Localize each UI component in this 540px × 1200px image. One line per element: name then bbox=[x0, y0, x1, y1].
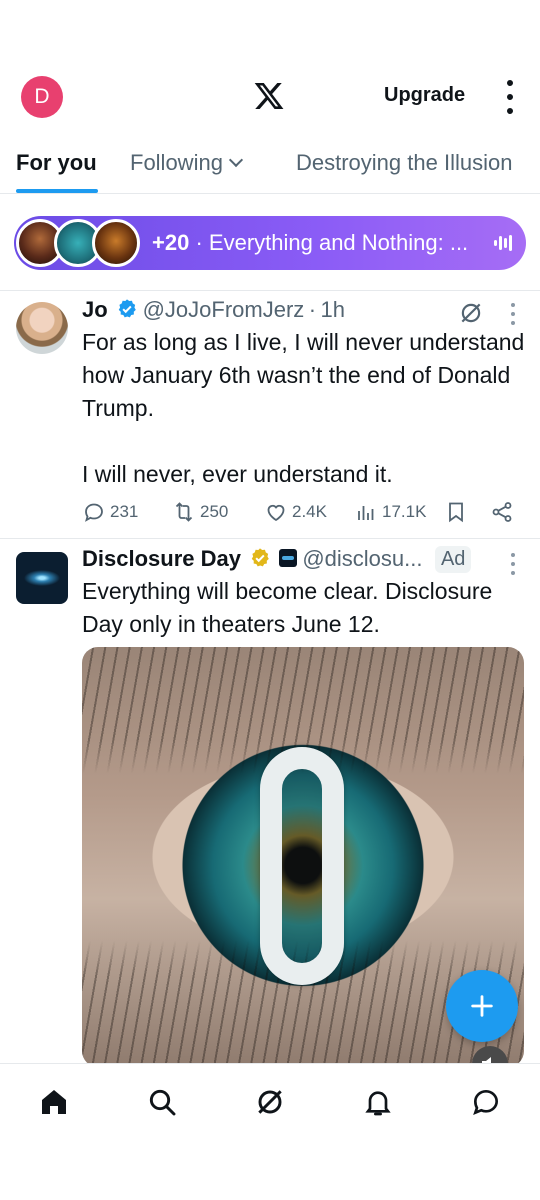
author-avatar[interactable] bbox=[16, 302, 68, 354]
views-icon bbox=[358, 506, 374, 520]
grok-icon[interactable] bbox=[254, 1086, 286, 1118]
author-name[interactable]: Disclosure Day bbox=[82, 546, 241, 571]
bottom-navigation bbox=[0, 1063, 540, 1200]
tweet-text: Everything will become clear. Disclosure… bbox=[82, 578, 493, 637]
active-tab-indicator bbox=[16, 189, 98, 193]
x-logo-icon[interactable] bbox=[253, 80, 285, 112]
listener-count: +20 bbox=[152, 230, 190, 255]
divider bbox=[0, 290, 540, 291]
tweet-text: For as long as I live, I will never unde… bbox=[82, 329, 525, 487]
reply-button[interactable]: 231 bbox=[82, 500, 138, 524]
bell-icon[interactable] bbox=[362, 1086, 394, 1118]
like-count: 2.4K bbox=[292, 502, 327, 521]
space-name: Everything and Nothing: ... bbox=[208, 230, 469, 255]
repost-count: 250 bbox=[200, 502, 229, 521]
plus-icon bbox=[471, 995, 493, 1017]
messages-icon[interactable] bbox=[470, 1086, 502, 1118]
chevron-down-icon bbox=[228, 152, 244, 168]
tab-label: Destroying the Illusion bbox=[296, 150, 513, 175]
space-host-avatars bbox=[14, 216, 140, 270]
top-header: D Upgrade bbox=[0, 0, 540, 130]
audio-wave-icon bbox=[494, 234, 512, 252]
reply-count: 231 bbox=[110, 502, 139, 521]
tab-for-you[interactable]: For you bbox=[16, 150, 97, 176]
home-icon[interactable] bbox=[38, 1086, 70, 1118]
tweet-header: Jo @JoJoFromJerz · 1h bbox=[82, 297, 345, 323]
repost-icon bbox=[175, 502, 193, 522]
share-icon[interactable] bbox=[490, 500, 514, 524]
tweet-time[interactable]: 1h bbox=[321, 297, 345, 322]
advertiser-avatar[interactable] bbox=[16, 552, 68, 604]
author-handle[interactable]: @JoJoFromJerz bbox=[143, 297, 305, 322]
search-icon[interactable] bbox=[146, 1086, 178, 1118]
tab-destroying-the-illusion[interactable]: Destroying the Illusion bbox=[296, 150, 512, 176]
separator-dot: · bbox=[308, 297, 317, 322]
author-handle[interactable]: @disclosu... bbox=[302, 546, 422, 571]
gold-verified-badge-icon bbox=[252, 548, 270, 567]
tweet-more-icon[interactable] bbox=[510, 303, 516, 325]
bookmark-icon[interactable] bbox=[444, 500, 468, 524]
tweet-actions: 231 250 2.4K 17.1K bbox=[82, 500, 522, 524]
tweet-header: Disclosure Day @disclosu... Ad bbox=[82, 546, 502, 573]
live-space-banner[interactable]: +20 · Everything and Nothing: ... bbox=[14, 216, 526, 270]
more-options-icon[interactable] bbox=[500, 80, 520, 114]
ad-badge: Ad bbox=[434, 546, 472, 573]
tab-label: Following bbox=[130, 150, 223, 175]
space-title: +20 · Everything and Nothing: ... bbox=[152, 230, 494, 256]
timeline-tabs: For you Following Destroying the Illusio… bbox=[0, 138, 540, 194]
view-count: 17.1K bbox=[382, 502, 427, 521]
separator-dot: · bbox=[195, 230, 203, 255]
reply-icon bbox=[85, 503, 103, 522]
author-name[interactable]: Jo bbox=[82, 297, 108, 322]
avatar-letter: D bbox=[34, 85, 50, 108]
profile-avatar[interactable]: D bbox=[21, 76, 63, 118]
tab-following[interactable]: Following bbox=[130, 150, 244, 176]
views-button[interactable]: 17.1K bbox=[354, 500, 426, 524]
heart-icon bbox=[267, 504, 285, 522]
media-overlay-shape bbox=[260, 747, 344, 985]
affiliate-badge-icon bbox=[278, 549, 297, 567]
repost-button[interactable]: 250 bbox=[172, 500, 228, 524]
avatar bbox=[92, 219, 140, 267]
verified-badge-icon bbox=[118, 299, 136, 318]
compose-button[interactable] bbox=[446, 970, 518, 1042]
like-button[interactable]: 2.4K bbox=[264, 500, 327, 524]
grok-icon[interactable] bbox=[458, 300, 484, 326]
upgrade-button[interactable]: Upgrade bbox=[384, 84, 465, 107]
tab-label: For you bbox=[16, 150, 97, 175]
divider bbox=[0, 538, 540, 539]
tweet-more-icon[interactable] bbox=[510, 553, 516, 575]
